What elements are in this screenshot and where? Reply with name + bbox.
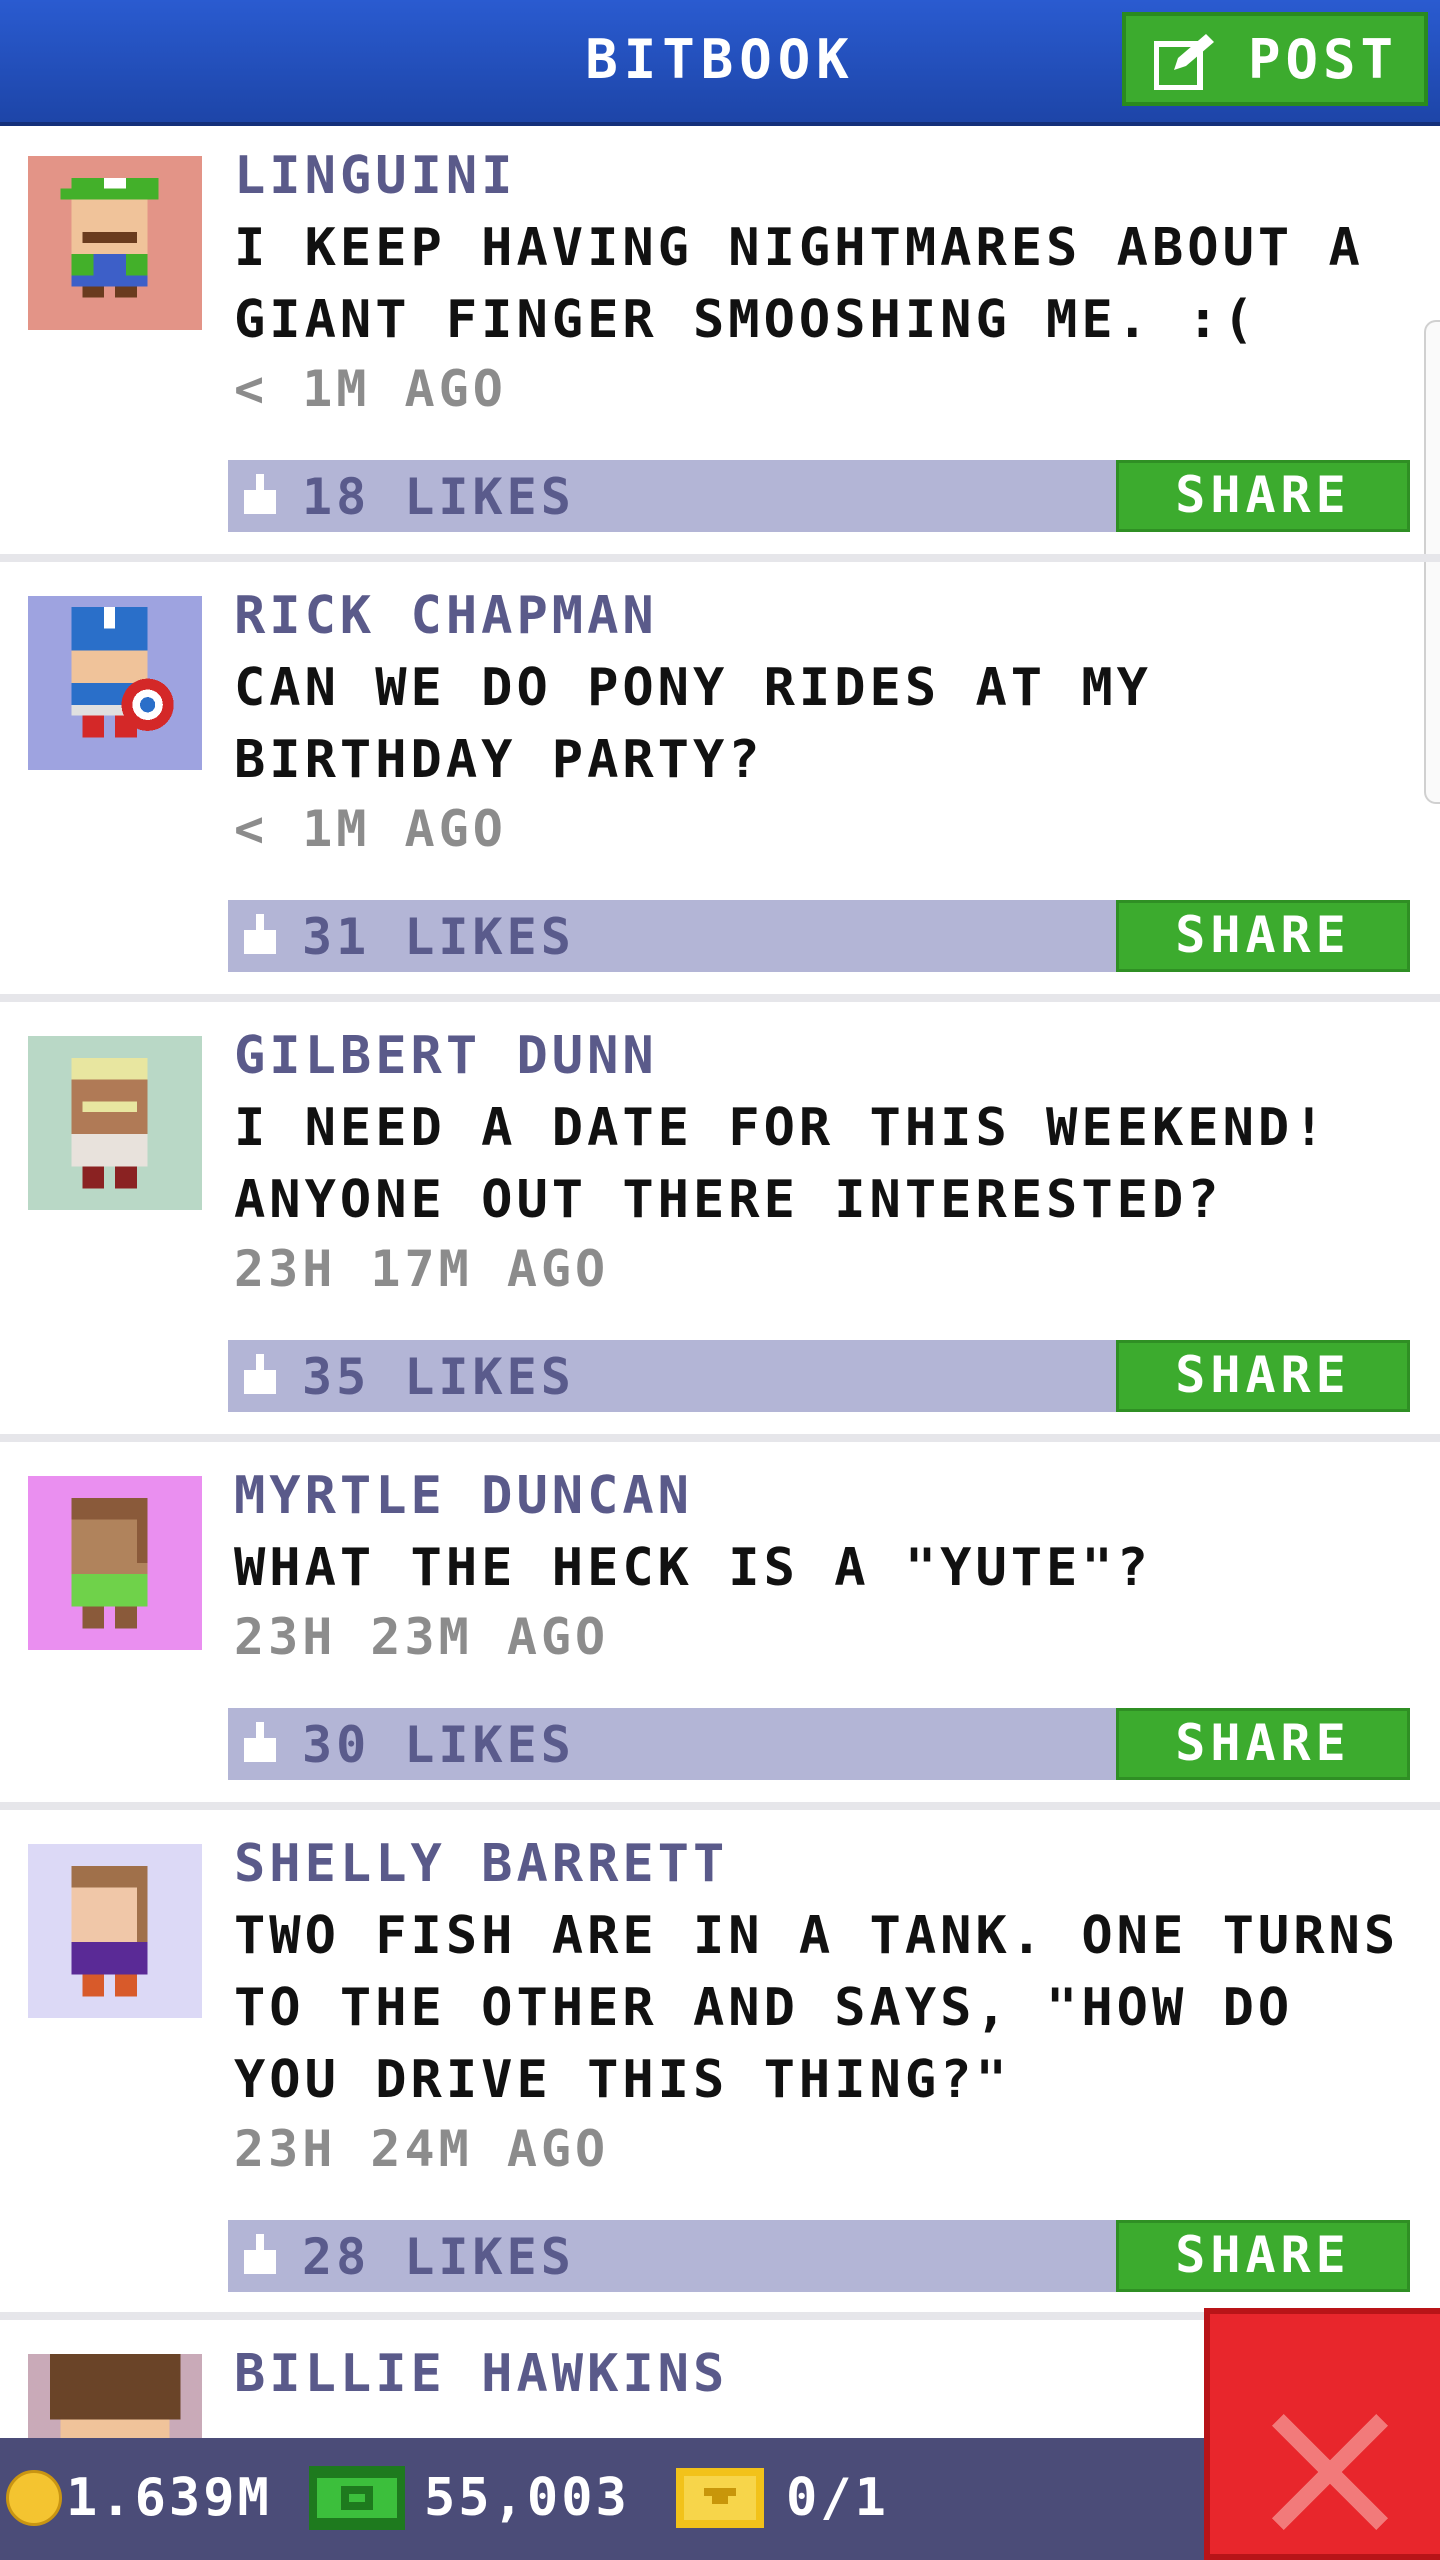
like-count: 18 LIKES [302,468,575,526]
post-author[interactable]: BILLIE HAWKINS [234,2344,728,2404]
post-button-label: POST [1247,27,1398,91]
like-bar[interactable]: 18 LIKES SHARE [228,460,1410,532]
post-message: I NEED A DATE FOR THIS WEEKEND! ANYONE O… [234,1098,1329,1230]
avatar[interactable] [28,1476,202,1650]
share-button[interactable]: SHARE [1116,460,1410,532]
post-timestamp: 23H 24M AGO [234,2120,610,2178]
share-button[interactable]: SHARE [1116,900,1410,972]
avatar[interactable] [28,156,202,330]
post-button[interactable]: POST [1122,12,1428,106]
divider [0,994,1440,1002]
post-timestamp: 23H 23M AGO [234,1608,610,1666]
avatar[interactable] [28,1844,202,2018]
avatar[interactable] [28,596,202,770]
post-timestamp: < 1M AGO [234,360,507,418]
post-timestamp: 23H 17M AGO [234,1240,610,1298]
share-button[interactable]: SHARE [1116,1340,1410,1412]
thumbs-up-icon [244,1354,276,1394]
scrollbar[interactable] [1424,320,1440,804]
bux-value: 55,003 [424,2468,630,2528]
like-bar[interactable]: 31 LIKES SHARE [228,900,1410,972]
divider [0,554,1440,562]
cash-icon [309,2466,405,2530]
ticket-icon [676,2468,764,2528]
divider [0,1434,1440,1442]
post-author[interactable]: GILBERT DUNN [234,1026,658,1086]
like-count: 31 LIKES [302,908,575,966]
like-bar[interactable]: 30 LIKES SHARE [228,1708,1410,1780]
tickets-value: 0/1 [786,2468,889,2528]
close-button[interactable] [1204,2308,1440,2560]
like-count: 30 LIKES [302,1716,575,1774]
close-icon [1272,2414,1388,2530]
post-author[interactable]: LINGUINI [234,146,516,206]
post-message: I KEEP HAVING NIGHTMARES ABOUT A GIANT F… [234,218,1364,350]
thumbs-up-icon [244,474,276,514]
divider [0,1802,1440,1810]
avatar[interactable] [28,1036,202,1210]
post-message: TWO FISH ARE IN A TANK. ONE TURNS TO THE… [234,1906,1400,2110]
post-message: WHAT THE HECK IS A "YUTE"? [234,1538,1152,1598]
thumbs-up-icon [244,914,276,954]
like-bar[interactable]: 35 LIKES SHARE [228,1340,1410,1412]
share-button[interactable]: SHARE [1116,2220,1410,2292]
coin-icon [6,2470,62,2526]
like-count: 35 LIKES [302,1348,575,1406]
post-author[interactable]: MYRTLE DUNCAN [234,1466,693,1526]
thumbs-up-icon [244,2234,276,2274]
post-message: CAN WE DO PONY RIDES AT MY BIRTHDAY PART… [234,658,1152,790]
post-timestamp: < 1M AGO [234,800,507,858]
app-header: BITBOOK POST [0,0,1440,126]
like-count: 28 LIKES [302,2228,575,2286]
thumbs-up-icon [244,1722,276,1762]
post-author[interactable]: SHELLY BARRETT [234,1834,728,1894]
coins-value: 1.639M [66,2468,272,2528]
share-button[interactable]: SHARE [1116,1708,1410,1780]
post-author[interactable]: RICK CHAPMAN [234,586,658,646]
edit-icon [1154,34,1214,90]
like-bar[interactable]: 28 LIKES SHARE [228,2220,1410,2292]
